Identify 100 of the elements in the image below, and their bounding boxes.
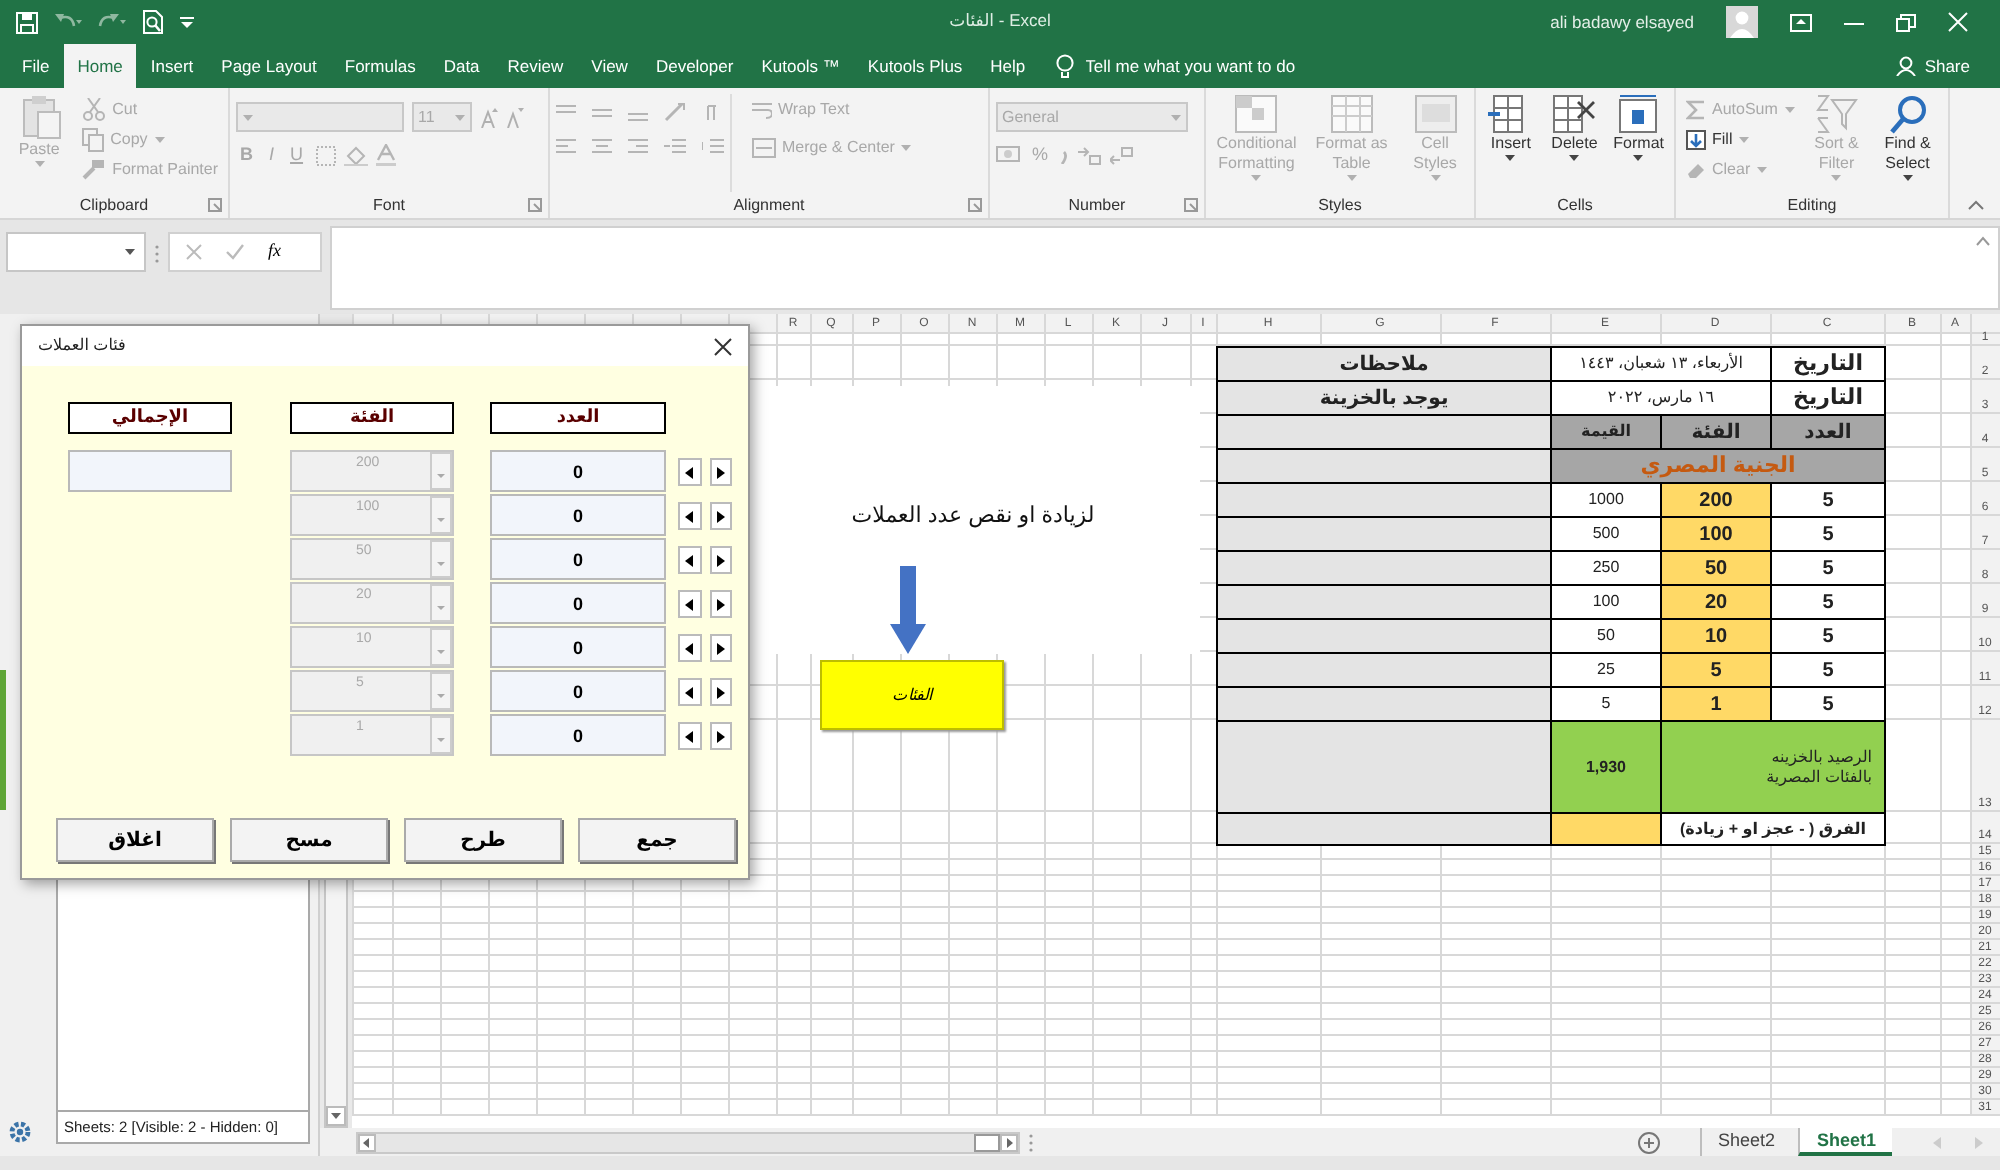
comma-style-icon[interactable] [1060, 147, 1071, 163]
accounting-icon[interactable] [996, 145, 1020, 165]
decrease-decimal-icon[interactable] [1110, 145, 1135, 165]
cancel-icon[interactable] [186, 244, 202, 260]
spin-button[interactable] [678, 722, 701, 750]
next-sheet-icon[interactable] [1974, 1135, 1984, 1149]
spin-button[interactable] [709, 678, 732, 706]
share-button[interactable]: Share [1882, 44, 1984, 88]
previous-sheet-icon[interactable] [1932, 1135, 1942, 1149]
dialog-button[interactable]: جمع [578, 818, 736, 862]
ribbon-tab[interactable]: Help [976, 44, 1040, 88]
fill-color-icon[interactable] [343, 145, 368, 165]
insert-function-button[interactable]: fx [268, 238, 281, 266]
spin-button[interactable] [678, 546, 701, 574]
add-sheet-icon[interactable] [1637, 1131, 1660, 1153]
spin-button[interactable] [678, 458, 701, 486]
group-label: Clipboard [79, 193, 149, 217]
dialog-launcher-icon[interactable] [528, 198, 542, 212]
close-icon[interactable] [714, 337, 732, 355]
orientation-icon[interactable] [664, 102, 688, 122]
align-center-icon[interactable] [592, 138, 612, 156]
fill-button[interactable]: Fill [1682, 124, 1800, 154]
spin-button[interactable] [709, 590, 732, 618]
spin-button[interactable] [678, 502, 701, 530]
spin-button[interactable] [709, 722, 732, 750]
caret-icon [1568, 154, 1581, 162]
save-icon[interactable] [16, 11, 38, 33]
sheet-tab[interactable]: Sheet2 [1699, 1128, 1791, 1156]
table-cell: 10 [1660, 618, 1772, 654]
ribbon-tab[interactable]: Kutools Plus [853, 44, 977, 88]
format-button[interactable]: Format [1609, 94, 1668, 192]
dialog-launcher-icon[interactable] [1184, 198, 1198, 212]
font-name-field[interactable] [236, 102, 404, 132]
scroll-right-icon[interactable] [1000, 1133, 1018, 1151]
spin-button[interactable] [709, 546, 732, 574]
settings-icon[interactable] [8, 1120, 32, 1144]
note-text: لزيادة او نقص عدد العملات [851, 504, 1095, 528]
ribbon-tab[interactable]: Insert [136, 44, 208, 88]
eraser-icon [1686, 159, 1706, 179]
ribbon-display-icon[interactable] [1790, 13, 1812, 31]
scroll-left-icon[interactable] [358, 1133, 376, 1151]
search-field[interactable]: Tell me what you want to do [1081, 51, 1362, 81]
left-arrow-icon [684, 553, 695, 567]
grow-font-icon[interactable] [480, 107, 498, 127]
collapse-ribbon-icon[interactable] [1968, 200, 1984, 210]
align-middle-icon[interactable] [592, 103, 612, 121]
fill-down-icon [1686, 129, 1706, 149]
scissors-icon [82, 97, 107, 121]
ribbon-tab[interactable]: Page Layout [207, 44, 331, 88]
delete-button[interactable]: Delete [1545, 94, 1604, 192]
ribbon-tab[interactable]: Kutools ™ [747, 44, 854, 88]
decrease-indent-icon[interactable] [664, 138, 686, 156]
ribbon-tab[interactable]: Formulas [330, 44, 430, 88]
name-box[interactable] [6, 232, 146, 272]
borders-icon[interactable] [315, 145, 336, 165]
restore-icon[interactable] [1896, 13, 1916, 31]
dialog-button[interactable]: طرح [404, 818, 562, 862]
increase-decimal-icon[interactable] [1078, 145, 1103, 165]
collapse-formula-icon[interactable] [1976, 236, 1990, 246]
shrink-font-icon[interactable] [506, 107, 524, 127]
increase-indent-icon[interactable] [702, 138, 724, 156]
spin-button[interactable] [709, 634, 732, 662]
dialog-launcher-icon[interactable] [208, 198, 222, 212]
enter-icon[interactable] [226, 244, 244, 260]
dialog-button[interactable]: اغلاق [56, 818, 214, 862]
spin-button[interactable] [709, 458, 732, 486]
ribbon-tab[interactable]: Review [493, 44, 578, 88]
formula-input[interactable] [330, 226, 2000, 310]
table-cell: الفئة [1660, 414, 1772, 450]
macro-button[interactable]: الفئات [820, 660, 1004, 730]
table-cell: 5 [1770, 686, 1886, 722]
dialog-button[interactable]: مسح [230, 818, 388, 862]
insert-button[interactable]: Insert [1482, 94, 1540, 192]
scroll-thumb-icon[interactable] [974, 1133, 1000, 1151]
ribbon-tab[interactable]: Developer [641, 44, 748, 88]
horizontal-scrollbar[interactable] [356, 1131, 1020, 1153]
sheet-tab[interactable]: Sheet1 [1798, 1128, 1892, 1156]
scroll-down-icon[interactable] [326, 1106, 346, 1126]
print-preview-icon[interactable] [142, 10, 164, 34]
table-cell: 5 [1770, 618, 1886, 654]
ribbon-tab[interactable]: Data [429, 44, 494, 88]
total-field[interactable] [68, 450, 232, 492]
spin-button[interactable] [678, 590, 701, 618]
font-color-icon[interactable] [375, 144, 396, 166]
left-arrow-icon [684, 465, 695, 479]
ribbon-tab[interactable]: Home [63, 44, 137, 88]
customize-icon[interactable] [180, 16, 194, 28]
ribbon-tab[interactable]: View [577, 44, 642, 88]
caret-icon [454, 113, 466, 121]
dialog-launcher-icon[interactable] [968, 198, 982, 212]
spin-button[interactable] [678, 634, 701, 662]
spin-button[interactable] [709, 502, 732, 530]
spin-button[interactable] [678, 678, 701, 706]
split-handle-icon[interactable] [1028, 1133, 1034, 1151]
align-right-icon[interactable] [628, 138, 648, 156]
undo-icon[interactable] [54, 12, 82, 32]
ribbon-tab[interactable]: File [8, 44, 64, 88]
redo-icon[interactable] [98, 12, 126, 32]
find-select-button[interactable]: Find & Select [1873, 94, 1942, 192]
align-left-icon[interactable] [556, 138, 576, 156]
